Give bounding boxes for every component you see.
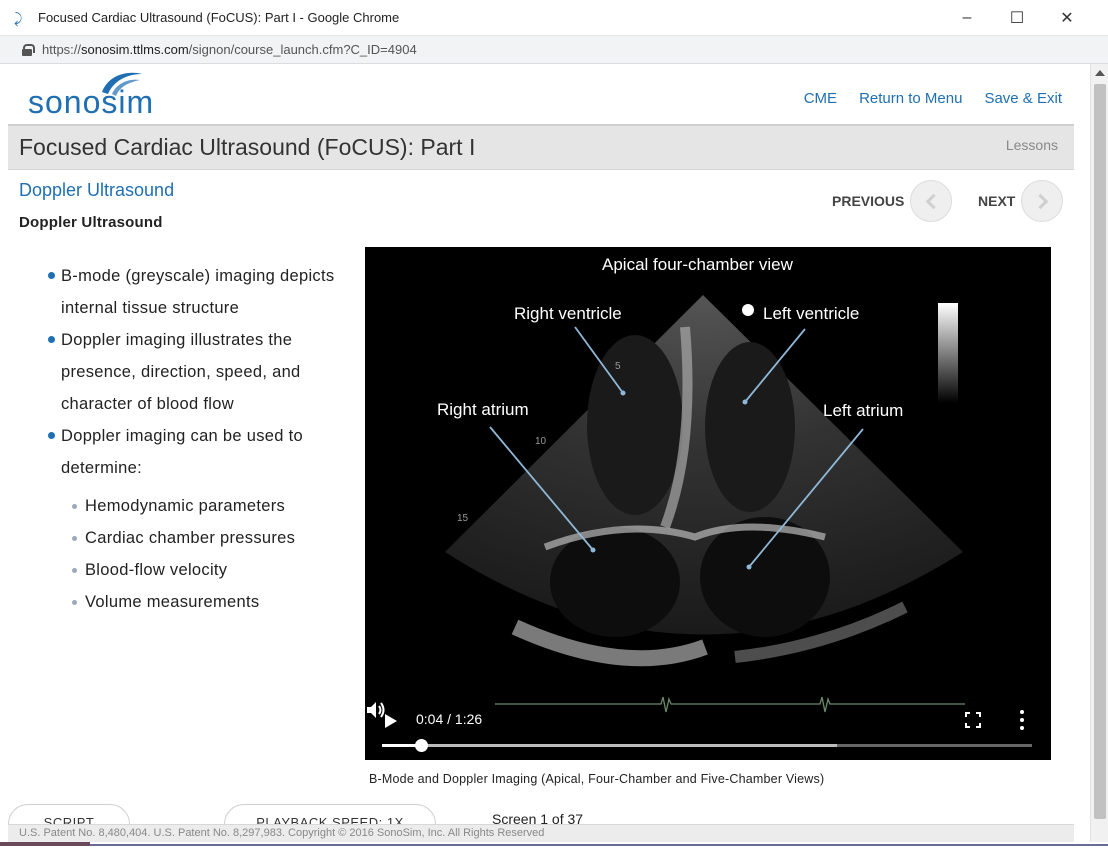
depth-mark-label: 15 (457, 513, 469, 524)
left-atrium-label: Left atrium (823, 401, 904, 420)
sub-bullet-item: Volume measurements (48, 586, 348, 618)
close-button[interactable]: ✕ (1044, 0, 1090, 36)
video-time: 0:04 / 1:26 (416, 711, 483, 727)
logo-text: sonosim (28, 84, 155, 120)
next-label: NEXT (978, 193, 1016, 209)
previous-chevron-icon (910, 180, 953, 222)
right-ventricle-label: Right ventricle (514, 304, 622, 323)
fullscreen-icon[interactable] (965, 712, 981, 728)
previous-label: PREVIOUS (832, 193, 905, 209)
sonosim-logo[interactable]: sonosim (28, 68, 168, 120)
address-bar[interactable]: https://sonosim.ttlms.com/signon/course_… (0, 36, 1108, 64)
return-to-menu-link[interactable]: Return to Menu (859, 90, 962, 107)
window-titlebar: ⤸ Focused Cardiac Ultrasound (FoCUS): Pa… (0, 0, 1108, 36)
course-title: Focused Cardiac Ultrasound (FoCUS): Part… (19, 134, 476, 160)
left-ventricle-label: Left ventricle (763, 304, 860, 323)
volume-icon[interactable] (365, 700, 387, 720)
next-chevron-icon (1021, 180, 1064, 222)
lock-icon (22, 43, 35, 56)
sub-bullet-item: Hemodynamic parameters (48, 490, 348, 522)
page-content: sonosim CME Return to Menu Save & Exit F… (0, 64, 1074, 856)
taskbar-strip (0, 842, 1108, 856)
bullet-list: B-mode (greyscale) imaging depicts inter… (48, 260, 348, 618)
video-progress-bar[interactable] (382, 739, 1032, 752)
sub-bullet-item: Cardiac chamber pressures (48, 522, 348, 554)
scrollbar-thumb[interactable] (1094, 84, 1106, 819)
view-title-label: Apical four-chamber view (602, 255, 793, 274)
url-host: sonosim.ttlms.com (81, 42, 189, 57)
depth-mark-label: 5 (615, 361, 621, 372)
screen-subtitle: Doppler Ultrasound (19, 214, 163, 231)
window-title: Focused Cardiac Ultrasound (FoCUS): Part… (38, 10, 400, 25)
lessons-link[interactable]: Lessons (1006, 137, 1058, 153)
top-navigation: CME Return to Menu Save & Exit (804, 90, 1062, 107)
bullet-item: Doppler imaging can be used to determine… (48, 420, 348, 484)
section-title: Doppler Ultrasound (19, 180, 175, 200)
next-button[interactable]: NEXT (978, 180, 1064, 222)
ultrasound-image: 5 10 15 (445, 295, 965, 713)
right-atrium-label: Right atrium (437, 400, 529, 419)
bullet-item: Doppler imaging illustrates the presence… (48, 324, 348, 420)
progress-handle[interactable] (415, 739, 428, 752)
more-options-icon[interactable] (1020, 710, 1024, 730)
url-text[interactable]: https://sonosim.ttlms.com/signon/course_… (42, 42, 417, 57)
course-title-bar: Focused Cardiac Ultrasound (FoCUS): Part… (8, 124, 1074, 170)
depth-mark-label: 10 (535, 436, 547, 447)
copyright-footer: U.S. Patent No. 8,480,404. U.S. Patent N… (8, 824, 1074, 842)
sub-bullet-item: Blood-flow velocity (48, 554, 348, 586)
previous-button[interactable]: PREVIOUS (832, 180, 953, 222)
video-controls: 0:04 / 1:26 (365, 700, 1051, 760)
video-caption: B-Mode and Doppler Imaging (Apical, Four… (369, 772, 825, 786)
bullet-item: B-mode (greyscale) imaging depicts inter… (48, 260, 348, 324)
sonosim-favicon-icon: ⤸ (14, 9, 23, 26)
video-player[interactable]: 5 10 15 Apical four-chamber view Right v… (365, 247, 1051, 760)
url-path: /signon/course_launch.cfm?C_ID=4904 (188, 42, 417, 57)
scroll-up-icon[interactable] (1095, 70, 1105, 76)
page-scrollbar[interactable] (1090, 64, 1108, 856)
url-scheme: https:// (42, 42, 82, 57)
minimize-button[interactable]: – (944, 0, 990, 36)
cme-link[interactable]: CME (804, 90, 837, 107)
site-header: sonosim CME Return to Menu Save & Exit (0, 64, 1074, 124)
save-exit-link[interactable]: Save & Exit (984, 90, 1062, 107)
progress-buffered (382, 744, 837, 747)
maximize-button[interactable]: ☐ (994, 0, 1040, 36)
